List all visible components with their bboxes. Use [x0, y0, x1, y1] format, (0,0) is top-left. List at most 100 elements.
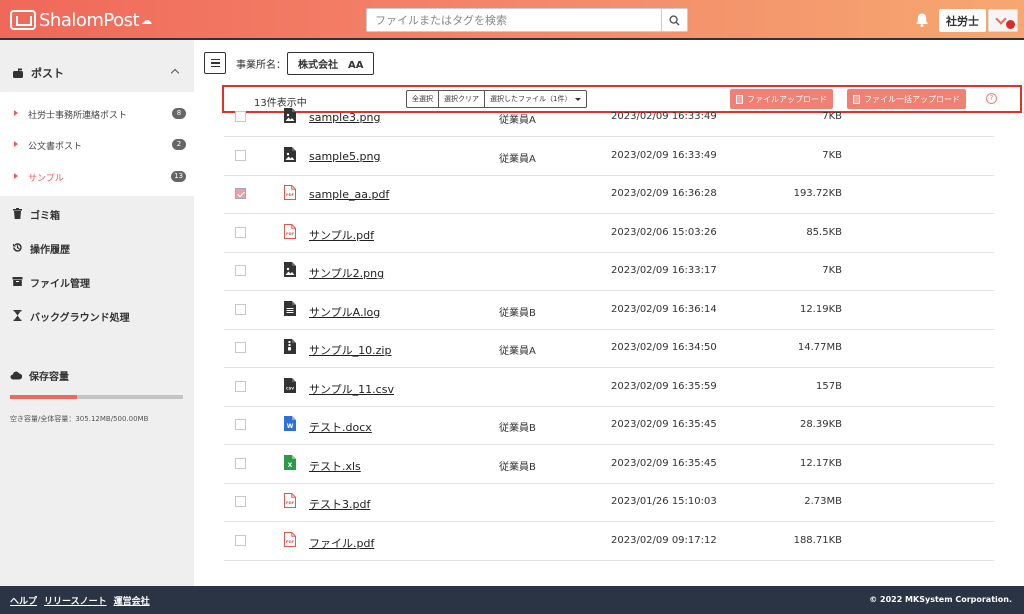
row-checkbox[interactable]	[235, 457, 246, 469]
sidebar-post-section[interactable]: ポスト	[0, 54, 194, 92]
sidebar-item-history[interactable]: 操作履歴	[0, 231, 194, 265]
search-button[interactable]	[661, 9, 687, 31]
mailbox-logo-icon	[10, 10, 36, 30]
table-row[interactable]: サンプル2.png 2023/02/09 16:33:17 7KB	[224, 252, 994, 291]
file-name-link[interactable]: テスト3.pdf	[309, 496, 370, 512]
sidebar-item-sample[interactable]: サンプル 13	[0, 162, 194, 192]
file-name-link[interactable]: サンプル_10.zip	[309, 342, 391, 358]
row-checkbox[interactable]	[235, 149, 246, 161]
row-checkbox[interactable]	[235, 534, 246, 546]
notification-dot	[1006, 20, 1015, 29]
row-checkbox[interactable]	[235, 419, 246, 430]
app-header: ShalomPost ☁ 社労士	[0, 0, 1024, 40]
excel-file-icon: X	[284, 454, 296, 470]
sidebar-item-office-post[interactable]: 社労士事務所連絡ポスト 8	[0, 99, 194, 129]
file-date: 2023/02/09 16:35:45	[611, 457, 717, 469]
bell-icon[interactable]	[914, 12, 930, 28]
table-row[interactable]: PDF ファイル.pdf 2023/02/09 09:17:12 188.71KB	[224, 522, 994, 561]
file-name-link[interactable]: ファイル.pdf	[309, 535, 374, 551]
pdf-file-icon: PDF	[284, 223, 296, 239]
archive-icon	[12, 277, 23, 286]
footer-links: ヘルプ リリースノート 運営会社	[10, 594, 150, 607]
row-checkbox[interactable]	[235, 342, 246, 353]
file-owner: 従業員A	[499, 115, 536, 126]
file-name-link[interactable]: サンプル_11.csv	[309, 381, 394, 397]
svg-text:PDF: PDF	[286, 232, 295, 236]
sidebar-item-background-process[interactable]: バックグラウンド処理	[0, 299, 194, 333]
count-badge: 8	[172, 108, 186, 119]
table-row[interactable]: PDF テスト3.pdf 2023/01/26 15:10:03 2.73MB	[224, 483, 994, 522]
file-name-link[interactable]: テスト.docx	[309, 419, 372, 435]
footer-release-notes-link[interactable]: リリースノート	[44, 594, 107, 607]
footer-help-link[interactable]: ヘルプ	[10, 594, 37, 607]
file-owner: 従業員A	[499, 153, 536, 165]
svg-text:W: W	[287, 423, 294, 430]
sidebar-item-label: 社労士事務所連絡ポスト	[28, 110, 128, 121]
menu-icon-line	[210, 65, 220, 68]
file-name-link[interactable]: サンプル.pdf	[309, 227, 374, 243]
file-date: 2023/02/09 16:36:28	[611, 188, 717, 199]
file-size: 7KB	[822, 265, 842, 276]
footer-company-link[interactable]: 運営会社	[114, 594, 150, 607]
zip-file-icon	[284, 339, 296, 354]
cloud-icon: ☁	[141, 13, 153, 27]
sidebar-item-official-post[interactable]: 公文書ポスト 2	[0, 130, 194, 160]
caret-right-icon	[14, 141, 18, 147]
sidebar-item-file-management[interactable]: ファイル管理	[0, 265, 194, 299]
file-date: 2023/02/09 16:33:17	[611, 265, 717, 276]
table-row[interactable]: CSV サンプル_11.csv 2023/02/09 16:35:59 157B	[224, 368, 994, 407]
user-menu-dropdown[interactable]	[988, 9, 1018, 32]
file-size: 7KB	[822, 111, 842, 122]
main-content: 事業所名： 株式会社 AA 13件表示中 全選択 選択クリア 選択したファイル（…	[194, 40, 1024, 586]
svg-text:PDF: PDF	[286, 501, 295, 505]
row-checkbox[interactable]	[235, 265, 246, 276]
storage-usage-text: 空き容量/全体容量：305.12MB/500.00MB	[10, 415, 149, 423]
search-input[interactable]	[367, 9, 661, 31]
sidebar-item-trash[interactable]: ゴミ箱	[0, 197, 194, 231]
file-size: 2.73MB	[804, 496, 842, 507]
sidebar-sub-list: 社労士事務所連絡ポスト 8 公文書ポスト 2 サンプル 13	[0, 92, 194, 196]
row-checkbox[interactable]	[235, 380, 246, 392]
file-date: 2023/02/09 09:17:12	[611, 534, 717, 546]
search-bar	[366, 8, 688, 32]
svg-text:PDF: PDF	[286, 193, 295, 197]
app-logo[interactable]: ShalomPost ☁	[10, 8, 152, 32]
menu-icon-line	[210, 62, 220, 64]
table-row[interactable]: サンプルA.log 従業員B 2023/02/09 16:36:14 12.19KB	[224, 291, 994, 330]
count-badge: 2	[172, 139, 186, 150]
storage-label: 保存容量	[29, 372, 69, 383]
sidebar-item-label: 操作履歴	[30, 244, 70, 256]
office-name-value[interactable]: 株式会社 AA	[287, 52, 375, 75]
image-file-icon	[284, 108, 296, 123]
row-checkbox[interactable]	[235, 226, 246, 238]
file-name-link[interactable]: サンプル2.png	[309, 265, 384, 281]
table-row[interactable]: X テスト.xls 従業員B 2023/02/09 16:35:45 12.17KB	[224, 445, 994, 484]
file-date: 2023/02/09 16:35:45	[611, 419, 717, 430]
file-name-link[interactable]: テスト.xls	[309, 458, 361, 474]
row-checkbox[interactable]	[235, 111, 246, 122]
sidebar-post-label: ポスト	[31, 67, 64, 80]
mailbox-icon	[13, 68, 23, 78]
row-checkbox[interactable]	[235, 188, 246, 199]
user-role-button[interactable]: 社労士	[939, 9, 986, 32]
table-row[interactable]: W テスト.docx 従業員B 2023/02/09 16:35:45 28.39KB	[224, 406, 994, 445]
file-name-link[interactable]: sample3.png	[309, 111, 380, 124]
table-row[interactable]: sample5.png 従業員A 2023/02/09 16:33:49 7KB	[224, 137, 994, 176]
table-row[interactable]: PDF サンプル.pdf 2023/02/06 15:03:26 85.5KB	[224, 214, 994, 253]
table-row[interactable]: sample3.png 従業員A 2023/02/09 16:33:49 7KB	[224, 98, 994, 137]
chevron-up-icon[interactable]	[170, 68, 180, 78]
table-row[interactable]: サンプル_10.zip 従業員A 2023/02/09 16:34:50 14.77M…	[224, 329, 994, 368]
hamburger-menu-button[interactable]	[204, 52, 226, 74]
file-name-link[interactable]: sample5.png	[309, 150, 380, 163]
table-row[interactable]: PDF sample_aa.pdf 2023/02/09 16:36:28 193.7…	[224, 175, 994, 214]
row-checkbox[interactable]	[235, 496, 246, 507]
file-size: 12.17KB	[799, 457, 842, 469]
caret-right-icon	[14, 110, 18, 116]
sidebar-item-label: 公文書ポスト	[28, 141, 83, 152]
file-name-link[interactable]: サンプルA.log	[309, 304, 380, 320]
file-size: 193.72KB	[793, 188, 842, 199]
row-checkbox[interactable]	[235, 303, 246, 315]
image-file-icon	[284, 262, 296, 277]
file-name-link[interactable]: sample_aa.pdf	[309, 188, 389, 201]
search-icon	[669, 14, 680, 26]
